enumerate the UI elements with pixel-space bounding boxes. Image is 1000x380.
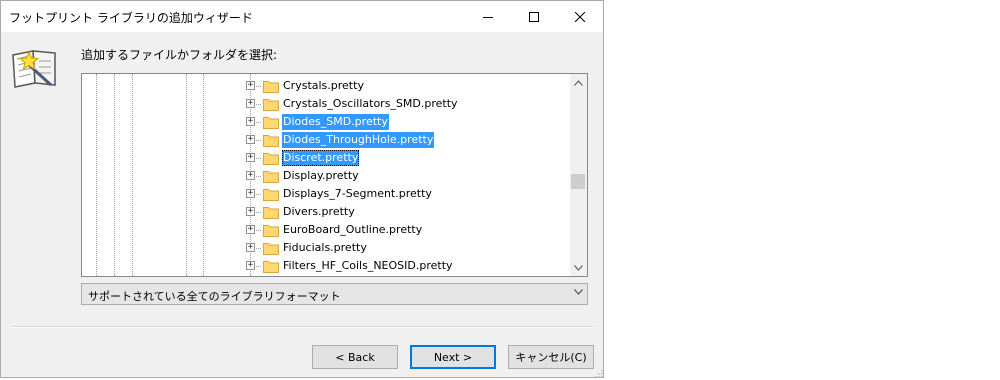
tree-item[interactable]: + EuroBoard_Outline.pretty — [82, 221, 570, 239]
expand-toggle[interactable]: + — [246, 207, 255, 216]
tree-item[interactable]: + Discret.pretty — [82, 149, 570, 167]
wizard-window: フットプリント ライブラリの追加ウィザード 追加するファイルかフォルダを選択: … — [0, 0, 604, 378]
tree-item-label[interactable]: Diodes_SMD.pretty — [282, 114, 389, 130]
tree-item[interactable]: + Display.pretty — [82, 167, 570, 185]
book-wand-icon — [12, 50, 56, 88]
next-button[interactable]: Next > — [410, 345, 496, 369]
expand-toggle[interactable]: + — [246, 189, 255, 198]
tree-item[interactable]: + Diodes_ThroughHole.pretty — [82, 131, 570, 149]
scroll-thumb[interactable] — [571, 174, 585, 189]
folder-icon — [263, 135, 279, 147]
folder-icon — [263, 243, 279, 255]
back-button[interactable]: < Back — [312, 345, 398, 369]
tree-item-label[interactable]: Discret.pretty — [282, 150, 360, 166]
tree-item[interactable]: + Crystals_Oscillators_SMD.pretty — [82, 95, 570, 113]
maximize-icon — [529, 11, 539, 22]
tree-item-label[interactable]: EuroBoard_Outline.pretty — [282, 222, 423, 238]
tree-item-label[interactable]: Divers.pretty — [282, 204, 356, 220]
file-type-value: サポートされている全てのライブラリフォーマット — [88, 290, 341, 303]
folder-icon — [263, 261, 279, 273]
tree-item[interactable]: + Filters_HF_Coils_NEOSID.pretty — [82, 257, 570, 275]
tree-item-label[interactable]: Filters_HF_Coils_NEOSID.pretty — [282, 258, 454, 274]
scroll-down-button[interactable] — [570, 259, 587, 276]
folder-icon — [263, 225, 279, 237]
chevron-down-icon — [574, 264, 583, 271]
tree-item-label[interactable]: Crystals_Oscillators_SMD.pretty — [282, 96, 459, 112]
tree-item[interactable]: + Diodes_SMD.pretty — [82, 113, 570, 131]
tree-item[interactable]: + Fiducials.pretty — [82, 239, 570, 257]
tree-item-label[interactable]: Displays_7-Segment.pretty — [282, 186, 433, 202]
chevron-up-icon — [574, 79, 583, 86]
minimize-icon — [483, 16, 493, 18]
expand-toggle[interactable]: + — [246, 135, 255, 144]
maximize-button[interactable] — [511, 1, 557, 32]
folder-icon — [263, 117, 279, 129]
expand-toggle[interactable]: + — [246, 261, 255, 270]
chevron-down-icon — [574, 289, 583, 295]
resize-grip-icon[interactable] — [594, 369, 603, 378]
close-button[interactable] — [557, 1, 603, 32]
minimize-button[interactable] — [465, 1, 511, 32]
folder-icon — [263, 81, 279, 93]
tree-item-label[interactable]: Fiducials.pretty — [282, 240, 368, 256]
file-type-dropdown[interactable]: サポートされている全てのライブラリフォーマット — [81, 283, 588, 305]
folder-icon — [263, 153, 279, 165]
vertical-scrollbar[interactable] — [570, 74, 587, 276]
tree-item[interactable]: + Crystals.pretty — [82, 77, 570, 95]
window-title: フットプリント ライブラリの追加ウィザード — [9, 11, 253, 25]
tree-item[interactable]: + Displays_7-Segment.pretty — [82, 185, 570, 203]
folder-icon — [263, 189, 279, 201]
tree-item-label[interactable]: Crystals.pretty — [282, 78, 365, 94]
folder-tree[interactable]: + Crystals.pretty + Crystals_Oscillators… — [81, 73, 588, 277]
folder-icon — [263, 207, 279, 219]
expand-toggle[interactable]: + — [246, 81, 255, 90]
expand-toggle[interactable]: + — [246, 117, 255, 126]
expand-toggle[interactable]: + — [246, 243, 255, 252]
tree-item-label[interactable]: Diodes_ThroughHole.pretty — [282, 132, 435, 148]
cancel-button[interactable]: キャンセル(C) — [508, 345, 594, 369]
expand-toggle[interactable]: + — [246, 153, 255, 162]
scroll-up-button[interactable] — [570, 74, 587, 91]
expand-toggle[interactable]: + — [246, 225, 255, 234]
expand-toggle[interactable]: + — [246, 99, 255, 108]
tree-item[interactable]: + Divers.pretty — [82, 203, 570, 221]
title-bar: フットプリント ライブラリの追加ウィザード — [1, 1, 603, 32]
tree-item-label[interactable]: Display.pretty — [282, 168, 360, 184]
close-icon — [575, 11, 585, 22]
folder-icon — [263, 171, 279, 183]
expand-toggle[interactable]: + — [246, 171, 255, 180]
folder-icon — [263, 99, 279, 111]
prompt-label: 追加するファイルかフォルダを選択: — [81, 48, 278, 62]
divider — [12, 326, 593, 328]
